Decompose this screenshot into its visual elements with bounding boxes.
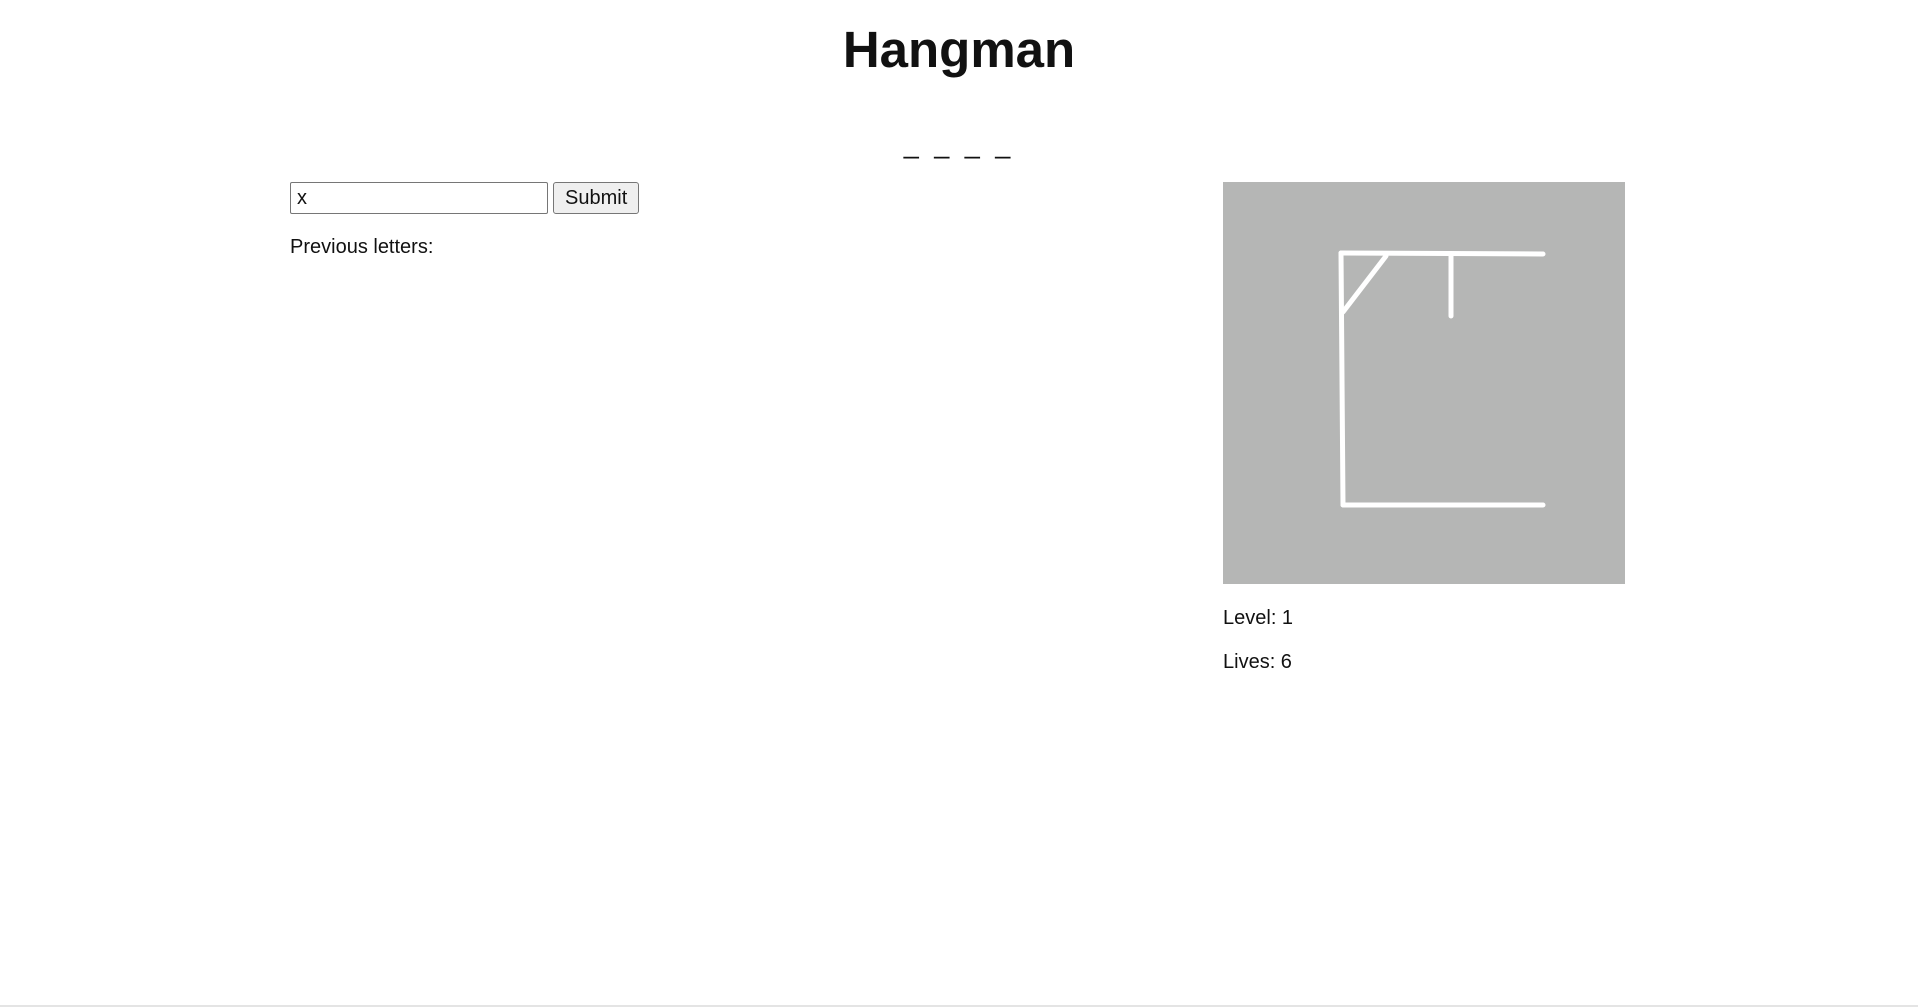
guess-form: Submit	[290, 182, 640, 214]
gallows-upright	[1338, 250, 1346, 508]
gallows-canvas	[1223, 182, 1625, 584]
letter-input[interactable]	[290, 182, 548, 214]
level-indicator: Level: 1	[1223, 607, 1294, 629]
masked-word: _ _ _ _	[903, 129, 1015, 159]
gallows-brace	[1340, 253, 1389, 315]
gallows-drawing	[1338, 250, 1546, 508]
submit-button[interactable]: Submit	[553, 182, 640, 214]
previous-letters-label: Previous letters:	[290, 236, 434, 258]
gallows-crossbeam	[1338, 250, 1546, 257]
lives-indicator: Lives: 6	[1223, 651, 1292, 673]
hangman-page: Hangman _ _ _ _ Submit Previous letters:…	[0, 0, 1918, 1007]
page-title: Hangman	[842, 21, 1076, 78]
